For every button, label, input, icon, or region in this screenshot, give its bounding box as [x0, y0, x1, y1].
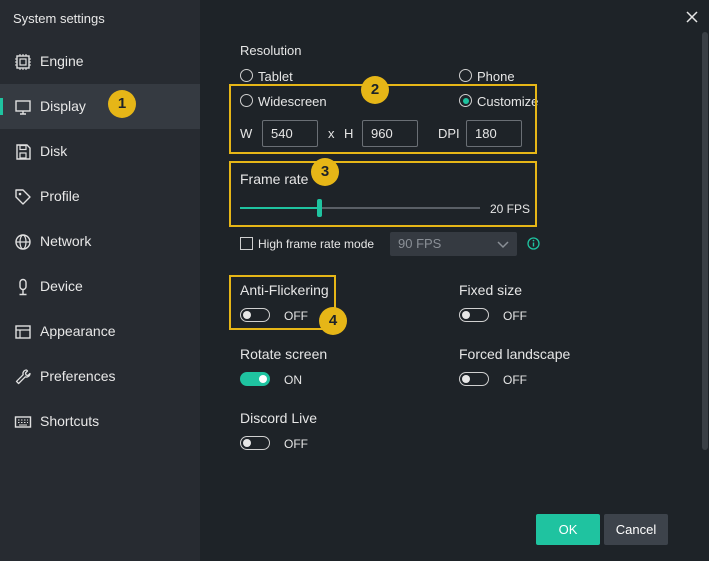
- sidebar-item-label: Shortcuts: [40, 413, 100, 429]
- radio-phone-label: Phone: [477, 69, 515, 84]
- info-icon[interactable]: [527, 237, 540, 250]
- sidebar-item-network[interactable]: Network: [0, 219, 200, 264]
- globe-icon: [14, 233, 32, 251]
- sidebar-item-appearance[interactable]: Appearance: [0, 309, 200, 354]
- chip-icon: [14, 53, 32, 71]
- resolution-heading: Resolution: [240, 43, 302, 58]
- sidebar-item-label: Device: [40, 278, 83, 294]
- sidebar: System settings Engine Display Disk Prof…: [0, 0, 200, 561]
- microphone-icon: [14, 278, 32, 296]
- fixed-size-label: Fixed size: [459, 282, 523, 298]
- cancel-button[interactable]: Cancel: [604, 514, 668, 545]
- sidebar-item-label: Disk: [40, 143, 68, 159]
- high-frame-rate-select[interactable]: 90 FPS: [390, 232, 517, 256]
- sidebar-item-display[interactable]: Display: [0, 84, 200, 129]
- monitor-icon: [14, 98, 32, 116]
- sidebar-item-label: Preferences: [40, 368, 116, 384]
- high-frame-rate-checkbox[interactable]: [240, 237, 253, 250]
- discord-live-label: Discord Live: [240, 410, 318, 426]
- annotation-badge-3: 3: [311, 158, 339, 186]
- sidebar-item-label: Profile: [40, 188, 80, 204]
- rotate-screen-toggle[interactable]: [240, 372, 270, 386]
- high-frame-rate-select-value: 90 FPS: [398, 236, 442, 251]
- discord-live-toggle[interactable]: [240, 436, 270, 450]
- window-title: System settings: [13, 11, 105, 26]
- forced-landscape-state: OFF: [503, 373, 527, 387]
- radio-tablet[interactable]: [240, 69, 253, 82]
- rotate-screen-label: Rotate screen: [240, 346, 328, 362]
- sidebar-item-preferences[interactable]: Preferences: [0, 354, 200, 399]
- forced-landscape-label: Forced landscape: [459, 346, 571, 362]
- sidebar-item-engine[interactable]: Engine: [0, 39, 200, 84]
- floppy-icon: [14, 143, 32, 161]
- radio-phone[interactable]: [459, 69, 472, 82]
- keyboard-icon: [14, 413, 32, 431]
- sidebar-item-label: Engine: [40, 53, 84, 69]
- window-icon: [14, 323, 32, 341]
- highlight-box-frame-rate: [229, 161, 537, 227]
- close-icon[interactable]: [685, 10, 699, 24]
- sidebar-item-shortcuts[interactable]: Shortcuts: [0, 399, 200, 444]
- forced-landscape-toggle[interactable]: [459, 372, 489, 386]
- sidebar-item-label: Network: [40, 233, 92, 249]
- rotate-screen-state: ON: [284, 373, 302, 387]
- sidebar-item-profile[interactable]: Profile: [0, 174, 200, 219]
- high-frame-rate-label: High frame rate mode: [258, 237, 375, 251]
- annotation-badge-1: 1: [108, 90, 136, 118]
- wrench-icon: [14, 368, 32, 386]
- annotation-badge-4: 4: [319, 307, 347, 335]
- scrollbar[interactable]: [702, 32, 708, 450]
- sidebar-item-disk[interactable]: Disk: [0, 129, 200, 174]
- tag-icon: [14, 188, 32, 206]
- chevron-down-icon: [497, 241, 509, 249]
- radio-tablet-label: Tablet: [258, 69, 293, 84]
- sidebar-item-label: Appearance: [40, 323, 116, 339]
- ok-button[interactable]: OK: [536, 514, 600, 545]
- fixed-size-state: OFF: [503, 309, 527, 323]
- discord-live-state: OFF: [284, 437, 308, 451]
- fixed-size-toggle[interactable]: [459, 308, 489, 322]
- annotation-badge-2: 2: [361, 76, 389, 104]
- sidebar-item-label: Display: [40, 98, 86, 114]
- sidebar-item-device[interactable]: Device: [0, 264, 200, 309]
